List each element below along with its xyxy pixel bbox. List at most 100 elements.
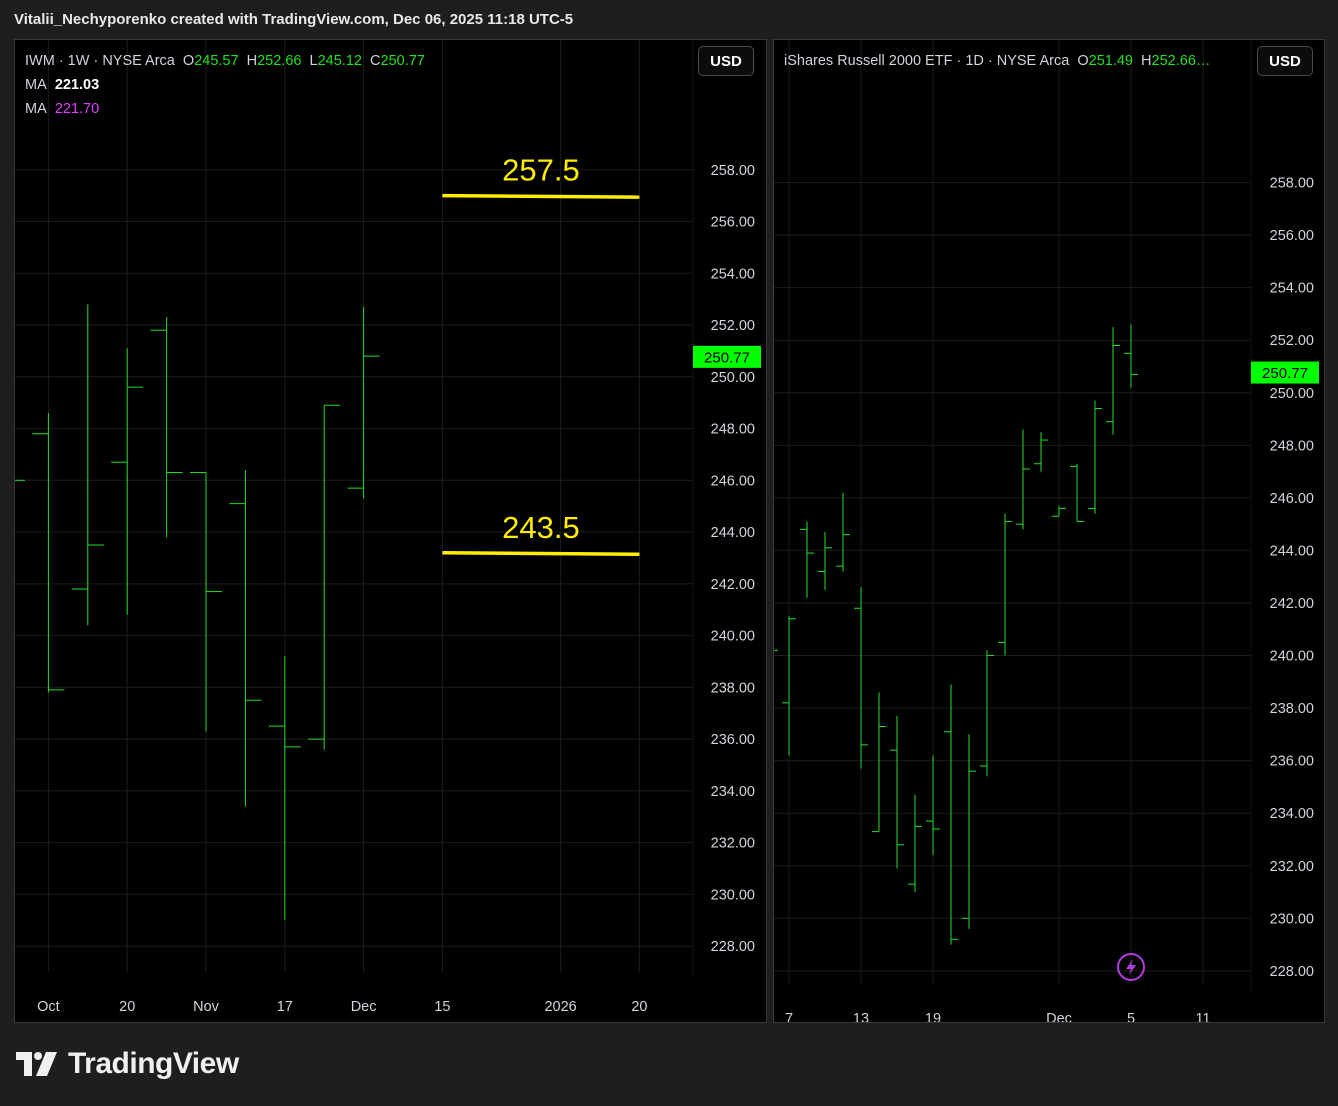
y-tick-label: 236.00 [711, 732, 755, 748]
y-tick-label: 236.00 [1270, 754, 1314, 770]
y-tick-label: 230.00 [1270, 911, 1314, 927]
y-tick-label: 238.00 [1270, 701, 1314, 717]
daily-ohlc-chart[interactable]: 228.00 230.00 232.00 234.00 236.00 238.00 240.… [774, 40, 1325, 1023]
ohlc-bar [71, 304, 104, 626]
ohlc-bar [308, 404, 341, 750]
x-tick-label: Oct [37, 999, 60, 1015]
y-tick-label: 240.00 [711, 629, 755, 645]
attribution: Vitalii_Nechyporenko created with Tradin… [14, 11, 574, 28]
x-tick-label: 20 [119, 999, 135, 1015]
y-tick-label: 234.00 [711, 784, 755, 800]
y-tick-label: 246.00 [711, 473, 755, 489]
y-tick-label: 258.00 [711, 163, 755, 179]
ma2-value: 221.70 [54, 101, 100, 117]
ma2-row[interactable]: MA 221.70 [25, 98, 425, 122]
y-tick-label: 244.00 [711, 525, 755, 541]
ohlc-bar [111, 348, 144, 615]
y-tick-label: 256.00 [1270, 228, 1314, 244]
ohlc-bar [980, 650, 994, 777]
ma1-label: MA [25, 77, 47, 93]
ohlc-bar [854, 587, 868, 769]
tradingview-brand[interactable]: TradingView [16, 1046, 239, 1082]
y-tick-label: 246.00 [1270, 491, 1314, 507]
level-line [442, 551, 640, 557]
ohlc-bar [268, 656, 301, 921]
level-line [442, 193, 640, 199]
ma1-row[interactable]: MA 221.03 [25, 74, 425, 98]
y-tick-label: 242.00 [711, 577, 755, 593]
y-tick-label: 238.00 [711, 680, 755, 696]
weekly-ohlc-chart[interactable]: 228.00 230.00 232.00 234.00 236.00 238.00 240.… [15, 40, 767, 1023]
y-tick-label: 232.00 [711, 836, 755, 852]
currency-button[interactable]: USD [1257, 46, 1313, 76]
ohlc-bar [962, 734, 976, 929]
high-label: H [1141, 53, 1152, 69]
high-label: H [246, 53, 258, 69]
y-tick-label: 228.00 [711, 939, 755, 955]
open-value: 245.57 [194, 53, 239, 69]
x-tick-label: 19 [925, 1011, 941, 1023]
weekly-legend: IWM · 1W · NYSE Arca O245.57 H252.66 L24… [25, 50, 425, 122]
high-value: 252.66 [257, 53, 302, 69]
low-label: L [309, 53, 318, 69]
y-tick-label: 258.00 [1270, 176, 1314, 192]
ohlc-bar [872, 692, 886, 833]
x-tick-label: 5 [1127, 1011, 1135, 1023]
ohlc-bar [1106, 327, 1120, 435]
y-tick-label: 254.00 [1270, 281, 1314, 297]
ohlc-bar [944, 684, 958, 945]
y-tick-label: 228.00 [1270, 964, 1314, 980]
level-annotation-label: 243.5 [502, 510, 580, 545]
x-tick-label: 7 [785, 1011, 793, 1023]
y-tick-label: 248.00 [711, 422, 755, 438]
currency-button[interactable]: USD [698, 46, 754, 76]
y-tick-label: 252.00 [1270, 333, 1314, 349]
chart-pane-weekly[interactable]: 228.00 230.00 232.00 234.00 236.00 238.00 240.… [14, 39, 767, 1023]
open-label: O [1077, 53, 1089, 69]
brand-name: TradingView [68, 1047, 239, 1080]
x-tick-label: Dec [351, 999, 377, 1015]
ohlc-bar [190, 472, 222, 732]
y-tick-label: 234.00 [1270, 806, 1314, 822]
ohlc-bar [818, 532, 832, 590]
ohlc-bar [1070, 463, 1084, 523]
x-tick-label: Dec [1046, 1011, 1072, 1023]
x-tick-label: 2026 [544, 999, 576, 1015]
y-tick-label: 252.00 [711, 318, 755, 334]
x-tick-label: 15 [434, 999, 450, 1015]
last-price-label: 250.77 [704, 349, 750, 366]
ohlc-bar [998, 513, 1012, 656]
tradingview-logo-icon [16, 1052, 57, 1076]
x-tick-label: Nov [193, 999, 220, 1015]
ohlc-bar [836, 492, 850, 572]
ohlc-bar [890, 715, 904, 869]
low-value: 245.12 [317, 53, 362, 69]
symbol-title[interactable]: iShares Russell 2000 ETF · 1D · NYSE Arc… [784, 53, 1069, 69]
y-tick-label: 256.00 [711, 215, 755, 231]
ohlc-bar [908, 794, 922, 893]
ohlc-bar [150, 317, 183, 538]
y-tick-label: 240.00 [1270, 649, 1314, 665]
ohlc-bar [782, 616, 796, 756]
x-tick-label: 13 [853, 1011, 869, 1023]
x-tick-label: 17 [277, 999, 293, 1015]
open-value: 251.49 [1088, 53, 1133, 69]
y-tick-label: 232.00 [1270, 859, 1314, 875]
ma1-value: 221.03 [54, 77, 100, 93]
ohlc-bar [800, 521, 814, 598]
daily-legend: iShares Russell 2000 ETF · 1D · NYSE Arc… [784, 50, 1210, 74]
level-annotation-label: 257.5 [502, 153, 580, 188]
close-label: C [370, 53, 381, 69]
ohlc-bar [1124, 324, 1138, 388]
symbol-title[interactable]: IWM · 1W · NYSE Arca [25, 53, 175, 69]
y-tick-label: 244.00 [1270, 543, 1314, 559]
ohlc-bar [229, 469, 262, 807]
y-tick-label: 254.00 [711, 266, 755, 282]
chart-pane-daily[interactable]: 228.00 230.00 232.00 234.00 236.00 238.00 240.… [773, 39, 1325, 1023]
y-tick-label: 242.00 [1270, 596, 1314, 612]
y-tick-label: 230.00 [711, 887, 755, 903]
open-label: O [182, 53, 195, 69]
ma2-label: MA [25, 101, 47, 117]
y-tick-label: 250.00 [711, 370, 755, 386]
x-tick-label: 20 [631, 999, 647, 1015]
